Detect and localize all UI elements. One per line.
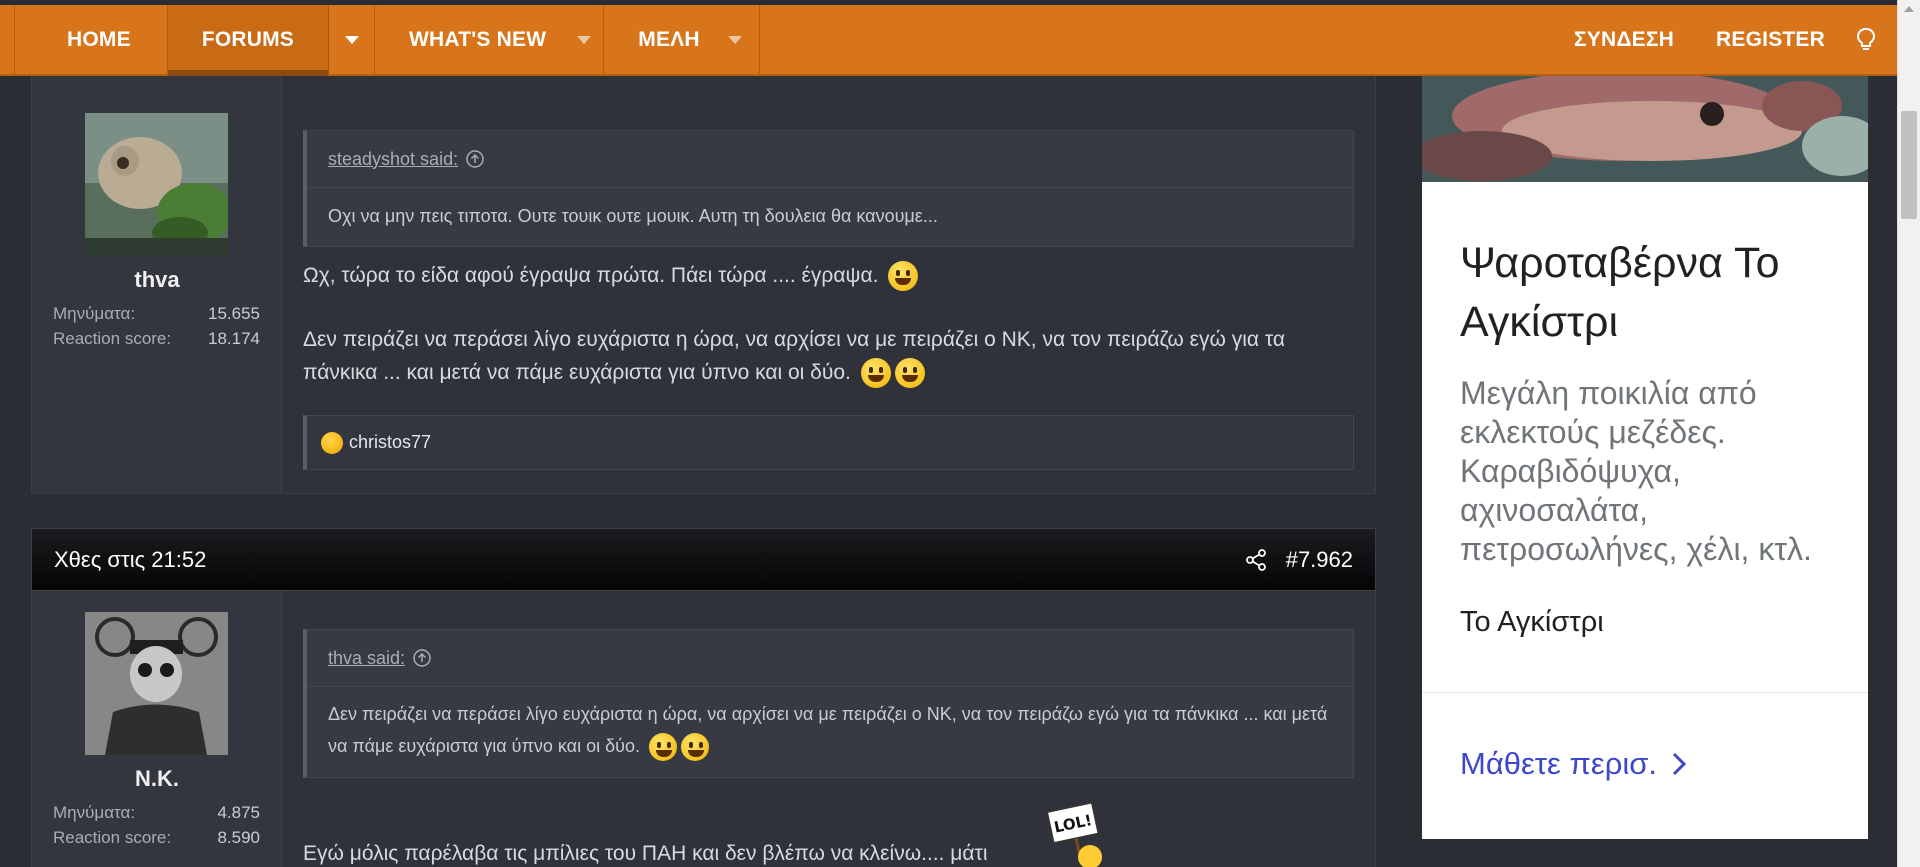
fish-photo <box>1422 76 1868 182</box>
arrow-up-circle-icon[interactable] <box>411 647 433 669</box>
grinning-emoji-icon <box>681 733 709 762</box>
nav-whats-new-label: WHAT'S NEW <box>409 27 547 51</box>
sidebar-advertisement[interactable]: Ψαροταβέρνα Το Αγκίστρι Μεγάλη ποικιλία … <box>1422 76 1868 839</box>
nav-whats-new[interactable]: WHAT'S NEW <box>375 5 564 74</box>
nav-home[interactable]: HOME <box>14 5 168 74</box>
post-message: Ωχ, τώρα το είδα αφού έγραψα πρώτα. Πάει… <box>303 259 1354 389</box>
scrollbar-thumb[interactable] <box>1901 111 1917 219</box>
user-info-panel: thva Μηνύματα: 15.655 Reaction score: 18… <box>32 76 282 493</box>
nav-members[interactable]: ΜΕΛΗ <box>604 5 711 74</box>
messages-label: Μηνύματα: <box>53 803 136 822</box>
lightbulb-icon[interactable] <box>1846 27 1886 53</box>
message-text: Εγώ μόλις παρέλαβα τις μπίλιες του ΠΑΗ κ… <box>303 842 988 865</box>
grinning-emoji-icon <box>888 261 919 292</box>
reaction-score-label: Reaction score: <box>53 329 172 348</box>
lightbulb-icon-svg <box>1856 27 1876 50</box>
login-link[interactable]: ΣΥΝΔΕΣΗ <box>1553 28 1695 52</box>
avatar-image <box>85 113 228 256</box>
reaction-score-stat: Reaction score: 18.174 <box>53 329 260 349</box>
messages-label: Μηνύματα: <box>53 304 136 323</box>
grinning-emoji-icon <box>649 733 677 762</box>
post-timestamp[interactable]: Χθες στις 21:52 <box>54 547 206 573</box>
message-text: Ωχ, τώρα το είδα αφού έγραψα πρώτα. Πάει… <box>303 264 879 287</box>
reaction-user-link[interactable]: christos77 <box>349 432 431 453</box>
post-header: Χθες στις 21:52 #7.962 <box>32 529 1375 591</box>
chevron-down-icon <box>576 35 591 44</box>
quote-text: Οχι να μην πεις τιποτα. Ουτε τουικ ουτε … <box>328 206 938 226</box>
reactions-bar[interactable]: christos77 <box>303 415 1354 470</box>
chevron-right-icon <box>1672 752 1687 776</box>
messages-stat: Μηνύματα: 15.655 <box>53 304 260 324</box>
message-paragraph: Δεν πειράζει να περάσει λίγο ευχάριστα η… <box>303 323 1354 389</box>
scroll-up-arrow-icon[interactable] <box>1904 6 1914 12</box>
avatar[interactable] <box>85 113 228 256</box>
reaction-score-stat: Reaction score: 8.590 <box>53 828 260 848</box>
lol-sign-sticker: LOL! <box>1042 799 1112 867</box>
messages-value: 15.655 <box>208 304 260 323</box>
whats-new-dropdown-toggle[interactable] <box>564 5 605 74</box>
quote-author-link[interactable]: thva said: <box>328 648 405 669</box>
post-header-actions: #7.962 <box>1244 547 1353 573</box>
username[interactable]: N.K. <box>32 766 282 792</box>
messages-value: 4.875 <box>217 803 260 822</box>
grinning-emoji-icon <box>860 358 891 389</box>
arrow-up-circle-icon[interactable] <box>464 148 486 170</box>
message-text: Δεν πειράζει να περάσει λίγο ευχάριστα η… <box>303 328 1285 384</box>
chevron-down-icon <box>728 35 743 44</box>
ad-description: Μεγάλη ποικιλία από εκλεκτούς μεζέδες. Κ… <box>1460 375 1812 567</box>
top-navigation: HOME FORUMS WHAT'S NEW ΜΕΛΗ ΣΥΝΔΕΣΗ REGI… <box>0 5 1900 76</box>
ad-learn-more-link[interactable]: Μάθετε περισ. <box>1460 746 1687 782</box>
username[interactable]: thva <box>32 267 282 293</box>
page-scrollbar[interactable] <box>1897 0 1920 867</box>
forum-post: Χθες στις 21:52 #7.962 N.K. Μηνύματα: 4.… <box>31 528 1376 867</box>
reaction-score-value: 8.590 <box>217 828 260 847</box>
ad-business-name: Το Αγκίστρι <box>1460 606 1604 638</box>
reaction-score-value: 18.174 <box>208 329 260 348</box>
chevron-down-icon <box>344 35 359 44</box>
quote-block: thva said: Δεν πειράζει να περάσει λίγο … <box>303 629 1354 778</box>
laughing-reaction-icon <box>321 431 343 454</box>
share-icon[interactable] <box>1244 548 1268 572</box>
quote-header: steadyshot said: <box>307 131 1353 188</box>
ad-title[interactable]: Ψαροταβέρνα Το Αγκίστρι <box>1460 234 1840 352</box>
ad-divider <box>1422 692 1868 693</box>
ad-image[interactable] <box>1422 76 1868 182</box>
ad-cta-label: Μάθετε περισ. <box>1460 746 1657 781</box>
quote-block: steadyshot said: Οχι να μην πεις τιποτα.… <box>303 130 1354 247</box>
avatar-image <box>85 612 228 755</box>
quote-text-wrapper: Δεν πειράζει να περάσει λίγο ευχάριστα η… <box>307 687 1353 778</box>
post-message: Εγώ μόλις παρέλαβα τις μπίλιες του ΠΑΗ κ… <box>303 837 1354 867</box>
avatar[interactable] <box>85 612 228 755</box>
user-info-panel: N.K. Μηνύματα: 4.875 Reaction score: 8.5… <box>32 591 282 867</box>
quote-author-link[interactable]: steadyshot said: <box>328 149 458 170</box>
register-link[interactable]: REGISTER <box>1695 28 1846 52</box>
post-number-link[interactable]: #7.962 <box>1286 547 1353 573</box>
lol-sticker-svg: LOL! <box>1045 801 1102 867</box>
grinning-emoji-icon <box>894 358 925 389</box>
nav-members-label: ΜΕΛΗ <box>638 27 700 51</box>
quote-text: Δεν πειράζει να περάσει λίγο ευχάριστα η… <box>328 704 1328 756</box>
members-dropdown-toggle[interactable] <box>712 5 760 74</box>
forum-post: thva Μηνύματα: 15.655 Reaction score: 18… <box>31 76 1376 494</box>
forums-dropdown-toggle[interactable] <box>329 5 376 74</box>
nav-forums[interactable]: FORUMS <box>167 5 330 76</box>
messages-stat: Μηνύματα: 4.875 <box>53 803 260 823</box>
reaction-score-label: Reaction score: <box>53 828 172 847</box>
quote-header: thva said: <box>307 630 1353 687</box>
message-line: Ωχ, τώρα το είδα αφού έγραψα πρώτα. Πάει… <box>303 259 1354 292</box>
